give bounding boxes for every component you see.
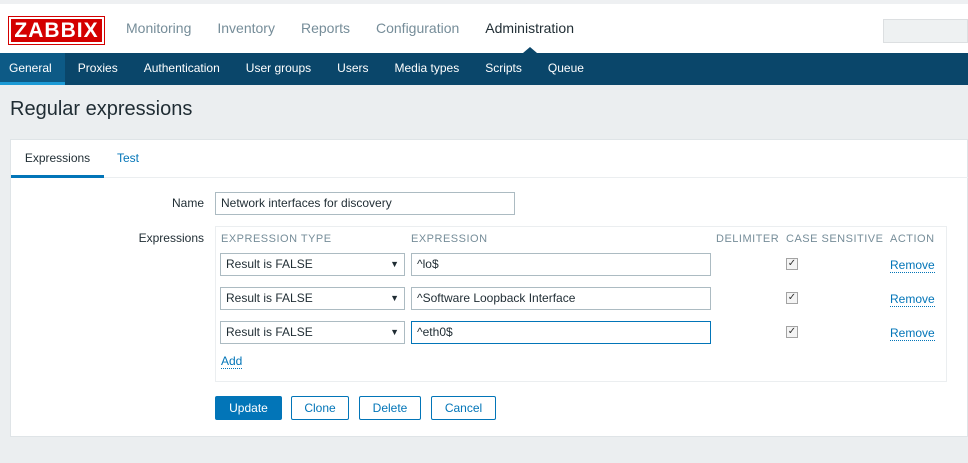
expressions-label: Expressions (138, 231, 204, 245)
case-sensitive-checkbox[interactable]: ✓ (786, 292, 798, 304)
expression-input[interactable]: ^Software Loopback Interface (411, 287, 711, 310)
header-case-sensitive: CASE SENSITIVE (786, 233, 884, 245)
subnav-general[interactable]: General (0, 53, 65, 85)
subnav-users[interactable]: Users (324, 53, 381, 85)
nav-administration[interactable]: Administration (472, 4, 587, 53)
zabbix-logo[interactable]: ZABBIX (8, 16, 105, 45)
add-expression-link[interactable]: Add (221, 355, 243, 369)
cancel-button[interactable]: Cancel (431, 396, 496, 420)
expression-type-select[interactable]: Result is FALSE ▼ (220, 287, 405, 310)
expression-type-select[interactable]: Result is FALSE ▼ (220, 321, 405, 344)
expression-input[interactable]: ^eth0$ (411, 321, 711, 344)
expression-type-value: Result is FALSE (226, 291, 313, 305)
tab-test[interactable]: Test (117, 140, 139, 178)
remove-link[interactable]: Remove (890, 259, 935, 273)
header-expression-type: EXPRESSION TYPE (221, 233, 332, 245)
expression-type-value: Result is FALSE (226, 325, 313, 339)
subnav-scripts[interactable]: Scripts (472, 53, 535, 85)
checkmark-icon: ✓ (787, 326, 797, 337)
checkmark-icon: ✓ (787, 292, 797, 303)
subnav-user-groups[interactable]: User groups (233, 53, 324, 85)
nav-configuration[interactable]: Configuration (363, 4, 472, 53)
subnav-queue[interactable]: Queue (535, 53, 597, 85)
expression-type-value: Result is FALSE (226, 257, 313, 271)
delete-button[interactable]: Delete (359, 396, 421, 420)
clone-button[interactable]: Clone (291, 396, 349, 420)
tab-bar: Expressions Test (11, 140, 968, 178)
name-input[interactable]: Network interfaces for discovery (215, 192, 515, 215)
subnav-proxies[interactable]: Proxies (65, 53, 131, 85)
expression-type-select[interactable]: Result is FALSE ▼ (220, 253, 405, 276)
header-action: ACTION (890, 233, 935, 245)
subnav-authentication[interactable]: Authentication (131, 53, 233, 85)
page-title: Regular expressions (10, 98, 193, 120)
nav-reports[interactable]: Reports (288, 4, 363, 53)
main-nav: Monitoring Inventory Reports Configurati… (113, 4, 587, 53)
nav-monitoring[interactable]: Monitoring (113, 4, 204, 53)
tab-expressions[interactable]: Expressions (11, 140, 104, 178)
sub-nav: General Proxies Authentication User grou… (0, 53, 968, 85)
top-header: ZABBIX Monitoring Inventory Reports Conf… (0, 0, 968, 53)
search-input[interactable] (883, 19, 968, 43)
dropdown-arrow-icon: ▼ (390, 327, 399, 337)
nav-inventory[interactable]: Inventory (204, 4, 288, 53)
update-button[interactable]: Update (215, 396, 282, 420)
subnav-media-types[interactable]: Media types (382, 53, 473, 85)
name-label: Name (171, 196, 204, 210)
header-delimiter: DELIMITER (716, 233, 780, 245)
checkmark-icon: ✓ (787, 258, 797, 269)
dropdown-arrow-icon: ▼ (390, 259, 399, 269)
header-expression: EXPRESSION (411, 233, 488, 245)
case-sensitive-checkbox[interactable]: ✓ (786, 258, 798, 270)
expression-input[interactable]: ^lo$ (411, 253, 711, 276)
remove-link[interactable]: Remove (890, 327, 935, 341)
case-sensitive-checkbox[interactable]: ✓ (786, 326, 798, 338)
remove-link[interactable]: Remove (890, 293, 935, 307)
dropdown-arrow-icon: ▼ (390, 293, 399, 303)
